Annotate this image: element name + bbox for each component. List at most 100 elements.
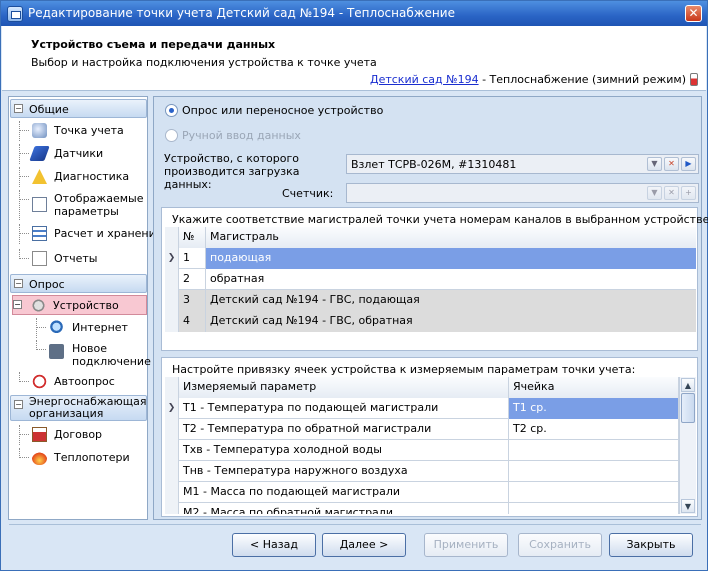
dropdown-icon[interactable]: ▼	[647, 186, 662, 200]
nav-group-polling[interactable]: − Опрос	[10, 274, 147, 293]
nav-group-general[interactable]: − Общие	[10, 99, 147, 118]
apply-button[interactable]: Применить	[424, 533, 508, 557]
nav-item-label: Точка учета	[54, 124, 124, 137]
nav-item-label: Автоопрос	[54, 375, 115, 388]
radio-manual-label: Ручной ввод данных	[182, 129, 301, 142]
nav-item-device[interactable]: − Устройство	[12, 295, 147, 315]
warning-icon	[32, 169, 47, 184]
clear-icon[interactable]: ✕	[664, 186, 679, 200]
calculator-icon	[32, 226, 47, 241]
cell-device-cell[interactable]: T2 ср.	[509, 419, 679, 440]
table-row[interactable]: 2 обратная	[165, 269, 696, 290]
cell-pipeline[interactable]: подающая	[206, 248, 696, 269]
vertical-scrollbar[interactable]: ▲ ▼	[679, 377, 696, 514]
nav-item-new-connection[interactable]: Новое подключение	[19, 340, 151, 370]
clear-icon[interactable]: ✕	[664, 157, 679, 171]
cell-number[interactable]: 1	[179, 248, 206, 269]
table-row[interactable]: Тнв - Температура наружного воздуха	[165, 461, 696, 482]
nav-item-reports[interactable]: Отчеты	[19, 249, 147, 269]
nav-item-label: Расчет и хранение	[54, 227, 163, 240]
cell-pipeline[interactable]: Детский сад №194 - ГВС, подающая	[206, 290, 696, 311]
dropdown-icon[interactable]: ▼	[647, 157, 662, 171]
column-header-parameter[interactable]: Измеряемый параметр	[179, 377, 509, 398]
nav-item-label: Устройство	[53, 299, 119, 312]
nav-item-sensors[interactable]: Датчики	[19, 144, 147, 164]
connection-icon	[49, 344, 64, 359]
nav-item-metering-point[interactable]: Точка учета	[19, 121, 147, 141]
cell-number[interactable]: 3	[179, 290, 206, 311]
cell-pipeline[interactable]: Детский сад №194 - ГВС, обратная	[206, 311, 696, 332]
nav-item-internet[interactable]: Интернет	[19, 318, 147, 338]
cell-device-cell[interactable]	[509, 440, 679, 461]
cell-device-cell[interactable]: T1 ср.	[509, 398, 679, 419]
cell-parameter[interactable]: T1 - Температура по подающей магистрали	[179, 398, 509, 419]
table-row[interactable]: Тхв - Температура холодной воды	[165, 440, 696, 461]
radio-poll-device[interactable]	[165, 104, 178, 117]
collapse-icon[interactable]: −	[14, 279, 23, 288]
nav-item-diagnostics[interactable]: Диагностика	[19, 167, 147, 187]
context-line: Детский сад №194 - Теплоснабжение (зимни…	[370, 73, 686, 86]
nav-item-label: Интернет	[72, 321, 128, 334]
scroll-down-icon[interactable]: ▼	[681, 499, 695, 513]
cell-parameter[interactable]: T2 - Температура по обратной магистрали	[179, 419, 509, 440]
collapse-icon[interactable]: −	[14, 400, 23, 409]
cell-parameter[interactable]: M1 - Масса по подающей магистрали	[179, 482, 509, 503]
scroll-thumb[interactable]	[681, 393, 695, 423]
device-settings-panel: Опрос или переносное устройство Ручной в…	[153, 96, 708, 520]
cell-parameter[interactable]: Тхв - Температура холодной воды	[179, 440, 509, 461]
cell-device-cell[interactable]	[509, 503, 679, 514]
cell-binding-table: Измеряемый параметр Ячейка ❯ T1 - Темпер…	[165, 377, 696, 514]
table-row[interactable]: M2 - Масса по обратной магистрали	[165, 503, 696, 514]
table-row[interactable]: ❯ 1 подающая	[165, 248, 696, 269]
nav-item-autopoll[interactable]: Автоопрос	[19, 372, 147, 392]
scroll-up-icon[interactable]: ▲	[681, 378, 695, 392]
play-icon[interactable]: ▶	[681, 157, 696, 171]
save-button[interactable]: Сохранить	[518, 533, 602, 557]
context-suffix: - Теплоснабжение (зимний режим)	[478, 73, 686, 86]
collapse-icon[interactable]: −	[13, 300, 22, 309]
channel-mapping-title: Укажите соответствие магистралей точки у…	[172, 213, 708, 226]
collapse-icon[interactable]: −	[14, 104, 23, 113]
dialog-window: Редактирование точки учета Детский сад №…	[0, 0, 708, 571]
column-header-pipeline[interactable]: Магистраль	[206, 227, 696, 248]
nav-item-displayed-params[interactable]: Отображаемые параметры	[19, 190, 147, 220]
wizard-header: Устройство съема и передачи данных Выбор…	[2, 26, 706, 91]
nav-item-label: Отчеты	[54, 252, 98, 265]
cell-parameter[interactable]: M2 - Масса по обратной магистрали	[179, 503, 509, 514]
nav-item-label: Отображаемые параметры	[54, 192, 144, 218]
add-icon[interactable]: +	[681, 186, 696, 200]
table-header-row: Измеряемый параметр Ячейка	[165, 377, 696, 398]
cell-device-cell[interactable]	[509, 482, 679, 503]
close-button[interactable]: Закрыть	[609, 533, 693, 557]
cell-number[interactable]: 2	[179, 269, 206, 290]
nav-group-supplier[interactable]: − Энергоснабжающая организация	[10, 395, 147, 421]
radio-manual-entry[interactable]	[165, 129, 178, 142]
table-row[interactable]: 3 Детский сад №194 - ГВС, подающая	[165, 290, 696, 311]
counter-select[interactable]: ▼ ✕ +	[346, 183, 699, 203]
table-row[interactable]: T2 - Температура по обратной магистрали …	[165, 419, 696, 440]
nav-item-calc-storage[interactable]: Расчет и хранение	[19, 224, 163, 244]
column-header-number[interactable]: №	[179, 227, 206, 248]
cell-binding-title: Настройте привязку ячеек устройства к из…	[172, 363, 636, 376]
meter-icon	[32, 123, 47, 138]
next-button[interactable]: Далее >	[322, 533, 406, 557]
cell-device-cell[interactable]	[509, 461, 679, 482]
table-row[interactable]: ❯ T1 - Температура по подающей магистрал…	[165, 398, 696, 419]
cell-number[interactable]: 4	[179, 311, 206, 332]
cell-parameter[interactable]: Тнв - Температура наружного воздуха	[179, 461, 509, 482]
cell-pipeline[interactable]: обратная	[206, 269, 696, 290]
nav-group-label: Энергоснабжающая организация	[29, 395, 147, 420]
table-header-row: № Магистраль	[165, 227, 696, 248]
table-row[interactable]: M1 - Масса по подающей магистрали	[165, 482, 696, 503]
metering-point-link[interactable]: Детский сад №194	[370, 73, 479, 86]
nav-item-label: Договор	[54, 428, 103, 441]
table-row[interactable]: 4 Детский сад №194 - ГВС, обратная	[165, 311, 696, 332]
back-button[interactable]: < Назад	[232, 533, 316, 557]
nav-item-contract[interactable]: Договор	[19, 425, 147, 445]
nav-item-heat-loss[interactable]: Теплопотери	[19, 448, 147, 468]
pen-sensor-icon	[29, 146, 50, 161]
page-subtitle: Выбор и настройка подключения устройства…	[31, 56, 377, 69]
device-select[interactable]: Взлет ТСРВ-026М, #1310481 ▼ ✕ ▶	[346, 154, 699, 174]
column-header-cell[interactable]: Ячейка	[509, 377, 679, 398]
close-window-button[interactable]: ✕	[685, 5, 702, 22]
